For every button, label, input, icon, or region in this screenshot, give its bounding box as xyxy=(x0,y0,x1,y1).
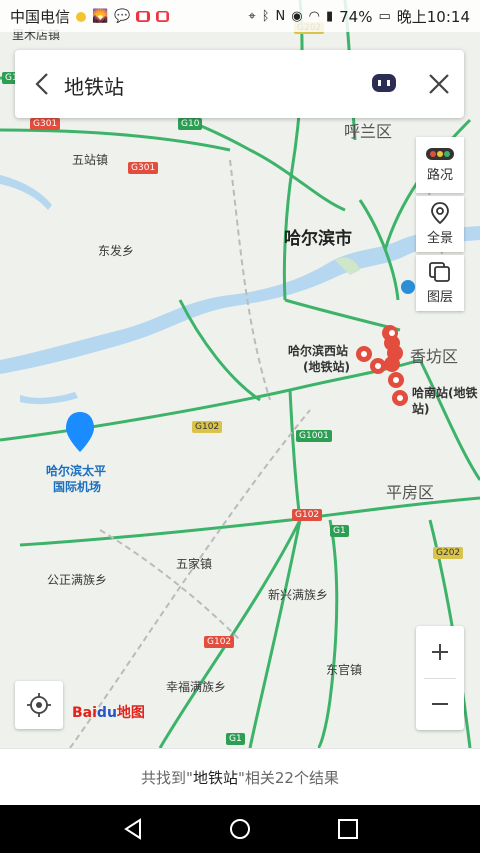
road-shield: G1001 xyxy=(296,430,332,442)
road-shield: G102 xyxy=(192,421,223,433)
back-button[interactable] xyxy=(27,68,57,100)
chevron-left-icon xyxy=(35,73,48,95)
town-label: 五站镇 xyxy=(72,153,109,167)
search-input[interactable]: 地铁站 xyxy=(64,71,124,100)
airport-label: 国际机场 xyxy=(53,480,102,494)
carrier-label: 中国电信 xyxy=(10,8,71,26)
close-button[interactable] xyxy=(425,70,453,98)
result-summary-bar[interactable]: 共找到" 地铁站 "相关22个结果 xyxy=(0,748,480,806)
layers-icon xyxy=(429,262,450,282)
bluetooth-icon: ᛒ xyxy=(261,8,270,24)
signal-icon: ▮ xyxy=(325,8,334,24)
clock: 晚上10:14 xyxy=(396,8,470,26)
station-label: 哈尔滨西站 xyxy=(288,344,349,358)
message-icon: 💬 xyxy=(114,8,131,24)
station-label: (地铁站) xyxy=(303,360,350,374)
app-badge-icon: ■ xyxy=(136,11,150,22)
status-bar: 中国电信 🌄 💬 ■ ■ ⌖ ᛒ N ◉ ◠ ▮ 74% ▭ 晚上10:14 xyxy=(0,0,480,32)
town-label: 东发乡 xyxy=(98,244,135,258)
station-label: 哈南站(地铁 xyxy=(412,386,478,400)
traffic-button[interactable]: 路况 xyxy=(416,137,464,193)
robot-icon xyxy=(372,74,396,92)
eye-icon: ◉ xyxy=(291,8,303,24)
close-icon xyxy=(429,74,449,94)
town-label: 新兴满族乡 xyxy=(268,588,329,602)
zoom-out-button[interactable] xyxy=(416,678,464,730)
traffic-label: 路况 xyxy=(426,168,453,183)
traffic-light-icon xyxy=(426,148,454,160)
battery-icon: ▭ xyxy=(378,8,391,24)
plus-icon xyxy=(432,644,448,660)
layers-button[interactable]: 图层 xyxy=(416,255,464,311)
road-shield: G1 xyxy=(330,525,349,537)
station-label: 站) xyxy=(412,402,430,416)
town-label: 幸福满族乡 xyxy=(166,680,227,694)
result-keyword: 地铁站 xyxy=(192,769,238,787)
road-shield: G301 xyxy=(30,118,61,130)
road-shield: G301 xyxy=(128,162,159,174)
app-badge-icon: ■ xyxy=(155,11,170,22)
zoom-in-button[interactable] xyxy=(416,626,464,678)
battery-percent: 74% xyxy=(339,7,373,26)
crosshair-icon xyxy=(27,693,51,717)
airport-label: 哈尔滨太平 xyxy=(46,464,107,478)
zoom-control xyxy=(416,626,464,730)
result-prefix: 共找到" xyxy=(141,769,193,787)
search-bar[interactable]: 地铁站 xyxy=(15,50,464,118)
nav-back-icon[interactable] xyxy=(122,817,146,841)
road-shield: G102 xyxy=(204,636,235,648)
locate-me-button[interactable] xyxy=(15,681,63,729)
nfc-icon: N xyxy=(275,8,286,24)
layers-label: 图层 xyxy=(426,290,453,305)
wifi-icon: ◠ xyxy=(308,8,320,24)
district-label: 平房区 xyxy=(386,483,435,502)
panorama-button[interactable]: 全景 xyxy=(416,196,464,252)
location-icon: ⌖ xyxy=(248,8,256,24)
voice-assistant-button[interactable] xyxy=(370,71,398,95)
town-label: 五家镇 xyxy=(176,557,213,571)
town-label: 公正满族乡 xyxy=(47,573,108,587)
logo-text: Bai xyxy=(72,705,97,721)
app-notification-icon: 🌄 xyxy=(92,8,109,24)
road-shield: G1 xyxy=(226,733,245,745)
baidu-map-logo: Baidu地图 xyxy=(72,702,145,722)
road-shield: G10 xyxy=(178,118,203,130)
town-label: 东官镇 xyxy=(326,663,363,677)
result-suffix: "相关22个结果 xyxy=(237,769,339,787)
logo-text: 地图 xyxy=(116,705,145,721)
nav-home-icon[interactable] xyxy=(228,817,252,841)
nav-recents-icon[interactable] xyxy=(336,817,360,841)
road-shield: G102 xyxy=(292,509,323,521)
system-nav-bar xyxy=(0,805,480,853)
panorama-pin-icon xyxy=(431,202,449,224)
district-label: 呼兰区 xyxy=(344,122,393,141)
road-shield: G202 xyxy=(433,547,464,559)
district-label: 香坊区 xyxy=(410,347,459,366)
panorama-label: 全景 xyxy=(426,231,453,246)
city-label: 哈尔滨市 xyxy=(284,229,352,249)
notification-dot-icon xyxy=(76,11,87,22)
minus-icon xyxy=(432,703,448,705)
logo-text: du xyxy=(96,705,117,721)
